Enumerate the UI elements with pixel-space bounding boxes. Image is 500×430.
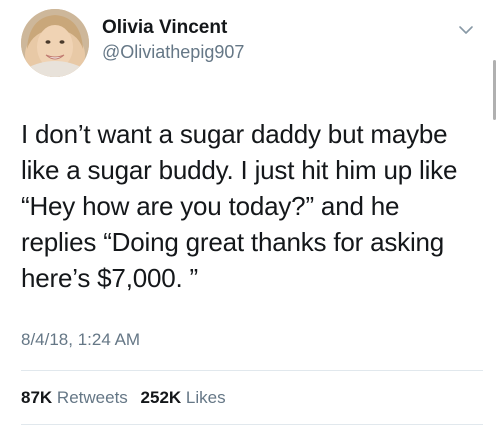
retweets-label: Retweets <box>56 388 128 407</box>
chevron-down-icon[interactable] <box>458 24 474 36</box>
likes-count: 252K <box>140 388 182 407</box>
scrollbar[interactable] <box>493 60 496 120</box>
likes-stat[interactable]: 252K Likes <box>141 388 226 408</box>
engagement-stats: 87K Retweets 252K Likes <box>21 388 234 408</box>
tweet-text-line: “Hey how are you today?” and he <box>21 191 400 221</box>
tweet-text-line: here’s $7,000. ” <box>21 263 198 293</box>
retweets-count: 87K <box>21 388 53 407</box>
tweet-text-line: like a sugar buddy. I just hit him up li… <box>21 155 458 185</box>
divider <box>21 370 483 371</box>
divider <box>21 424 483 425</box>
tweet-text-line: replies “Doing great thanks for asking <box>21 227 445 257</box>
retweets-stat[interactable]: 87K Retweets <box>21 388 128 408</box>
tweet-text-line: I don’t want a sugar daddy but maybe <box>21 119 448 149</box>
tweet: Olivia Vincent @Oliviathepig907 I don’t … <box>0 0 500 430</box>
tweet-text: I don’t want a sugar daddy but maybe lik… <box>21 116 483 296</box>
avatar-photo <box>21 9 89 77</box>
avatar[interactable] <box>21 9 89 77</box>
display-name[interactable]: Olivia Vincent <box>102 17 227 39</box>
timestamp[interactable]: 8/4/18, 1:24 AM <box>21 330 140 350</box>
likes-label: Likes <box>185 388 226 407</box>
user-handle[interactable]: @Oliviathepig907 <box>102 42 244 63</box>
